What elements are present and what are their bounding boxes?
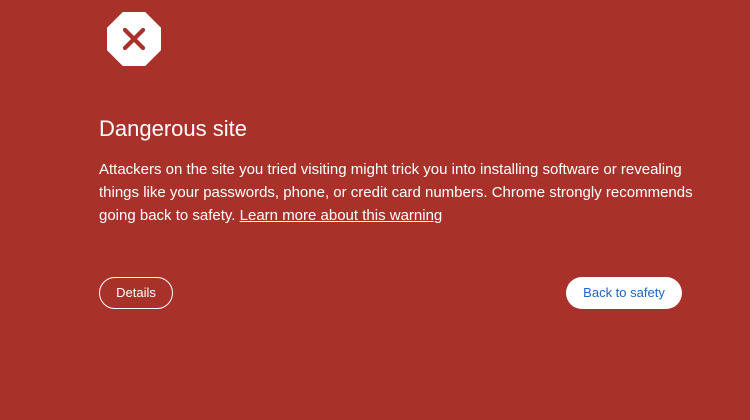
learn-more-link[interactable]: Learn more about this warning [240,207,443,224]
details-button[interactable]: Details [99,277,173,309]
page-title: Dangerous site [99,116,247,141]
warning-message: Attackers on the site you tried visiting… [99,158,699,227]
interstitial-page: Dangerous site Attackers on the site you… [0,0,750,420]
back-to-safety-button[interactable]: Back to safety [566,277,682,309]
danger-stop-icon [107,12,161,66]
